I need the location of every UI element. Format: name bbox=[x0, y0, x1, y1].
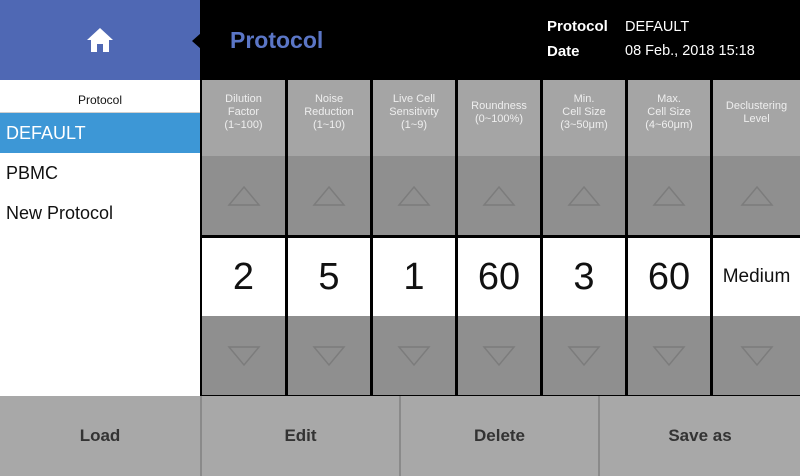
param-column-noise-reduction: Noise Reduction (1~10) 5 bbox=[288, 80, 370, 396]
triangle-up-icon bbox=[397, 185, 431, 206]
param-value-noise-reduction: 5 bbox=[288, 238, 370, 316]
param-header-line: (1~100) bbox=[224, 119, 263, 131]
increment-button-live-cell-sensitivity[interactable] bbox=[373, 156, 455, 235]
triangle-up-icon bbox=[739, 185, 774, 206]
triangle-up-icon bbox=[482, 185, 516, 206]
protocol-item-default[interactable]: DEFAULT bbox=[0, 113, 200, 153]
increment-button-dilution-factor[interactable] bbox=[202, 156, 285, 235]
param-header-line: Live Cell bbox=[392, 93, 436, 105]
decrement-button-noise-reduction[interactable] bbox=[288, 316, 370, 395]
param-value-live-cell-sensitivity: 1 bbox=[373, 238, 455, 316]
decrement-button-dilution-factor[interactable] bbox=[202, 316, 285, 395]
delete-button[interactable]: Delete bbox=[401, 396, 598, 476]
param-column-max-cell-size: Max. Cell Size (4~60μm) 60 bbox=[628, 80, 710, 396]
param-value-max-cell-size: 60 bbox=[628, 238, 710, 316]
page-title: Protocol bbox=[230, 27, 324, 53]
protocol-list: Protocol DEFAULT PBMC New Protocol bbox=[0, 80, 200, 396]
triangle-down-icon bbox=[312, 345, 346, 366]
param-value-min-cell-size: 3 bbox=[543, 238, 625, 316]
protocol-item-pbmc[interactable]: PBMC bbox=[0, 153, 200, 193]
protocol-item-new-protocol[interactable]: New Protocol bbox=[0, 193, 200, 233]
param-header-line: Noise bbox=[314, 93, 344, 105]
param-header-line: Reduction bbox=[304, 106, 354, 118]
param-header-declustering-level: Declustering Level bbox=[713, 80, 800, 156]
param-header-live-cell-sensitivity: Live Cell Sensitivity (1~9) bbox=[373, 80, 455, 156]
decrement-button-min-cell-size[interactable] bbox=[543, 316, 625, 395]
triangle-up-icon bbox=[652, 185, 686, 206]
home-button[interactable] bbox=[0, 0, 200, 80]
load-button[interactable]: Load bbox=[0, 396, 200, 476]
triangle-up-icon bbox=[226, 185, 261, 206]
param-header-max-cell-size: Max. Cell Size (4~60μm) bbox=[628, 80, 710, 156]
triangle-up-icon bbox=[567, 185, 601, 206]
param-column-roundness: Roundness (0~100%) 60 bbox=[458, 80, 540, 396]
param-column-live-cell-sensitivity: Live Cell Sensitivity (1~9) 1 bbox=[373, 80, 455, 396]
protocol-value: DEFAULT bbox=[625, 19, 690, 35]
decrement-button-live-cell-sensitivity[interactable] bbox=[373, 316, 455, 395]
parameter-grid: Dilution Factor (1~100) 2 Noise Reductio… bbox=[202, 80, 800, 396]
increment-button-noise-reduction[interactable] bbox=[288, 156, 370, 235]
param-header-roundness: Roundness (0~100%) bbox=[458, 80, 540, 156]
param-header-line: Factor bbox=[227, 106, 260, 118]
param-header-line: Roundness bbox=[471, 100, 527, 112]
param-header-line: Cell Size bbox=[647, 106, 691, 118]
param-header-line: Sensitivity bbox=[389, 106, 439, 118]
param-header-line: (3~50μm) bbox=[560, 119, 608, 131]
param-value-dilution-factor: 2 bbox=[202, 238, 285, 316]
increment-button-min-cell-size[interactable] bbox=[543, 156, 625, 235]
param-column-declustering-level: Declustering Level Medium bbox=[713, 80, 800, 396]
param-column-min-cell-size: Min. Cell Size (3~50μm) 3 bbox=[543, 80, 625, 396]
decrement-button-max-cell-size[interactable] bbox=[628, 316, 710, 395]
triangle-down-icon bbox=[397, 345, 431, 366]
param-header-line: Min. bbox=[573, 93, 595, 105]
home-icon bbox=[87, 28, 113, 52]
param-header-line: (0~100%) bbox=[474, 113, 523, 125]
triangle-down-icon bbox=[482, 345, 516, 366]
decrement-button-roundness[interactable] bbox=[458, 316, 540, 395]
param-header-noise-reduction: Noise Reduction (1~10) bbox=[288, 80, 370, 156]
param-value-roundness: 60 bbox=[458, 238, 540, 316]
triangle-down-icon bbox=[739, 345, 774, 366]
header-bar: Protocol Protocol DEFAULT Date 08 Feb., … bbox=[200, 0, 800, 80]
date-value: 08 Feb., 2018 15:18 bbox=[625, 43, 755, 59]
param-column-dilution-factor: Dilution Factor (1~100) 2 bbox=[202, 80, 285, 396]
increment-button-declustering-level[interactable] bbox=[713, 156, 800, 235]
save-as-button[interactable]: Save as bbox=[600, 396, 800, 476]
param-value-declustering-level: Medium bbox=[713, 238, 800, 316]
bottom-toolbar: Load Edit Delete Save as bbox=[0, 396, 800, 476]
triangle-down-icon bbox=[652, 345, 686, 366]
param-header-line: Dilution bbox=[225, 93, 262, 105]
decrement-button-declustering-level[interactable] bbox=[713, 316, 800, 395]
increment-button-roundness[interactable] bbox=[458, 156, 540, 235]
date-label: Date bbox=[547, 43, 580, 60]
param-header-line: (4~60μm) bbox=[645, 119, 693, 131]
param-header-line: (1~10) bbox=[312, 119, 346, 131]
triangle-down-icon bbox=[567, 345, 601, 366]
param-header-min-cell-size: Min. Cell Size (3~50μm) bbox=[543, 80, 625, 156]
param-header-line: Max. bbox=[657, 93, 681, 105]
increment-button-max-cell-size[interactable] bbox=[628, 156, 710, 235]
triangle-up-icon bbox=[312, 185, 346, 206]
param-header-line: Declustering bbox=[725, 100, 788, 112]
param-header-line: (1~9) bbox=[401, 119, 427, 131]
param-header-line: Cell Size bbox=[562, 106, 606, 118]
protocol-label: Protocol bbox=[547, 18, 608, 35]
edit-button[interactable]: Edit bbox=[202, 396, 399, 476]
protocol-list-heading: Protocol bbox=[0, 80, 200, 113]
param-header-line: Level bbox=[743, 113, 770, 125]
triangle-down-icon bbox=[226, 345, 261, 366]
param-header-dilution-factor: Dilution Factor (1~100) bbox=[202, 80, 285, 156]
